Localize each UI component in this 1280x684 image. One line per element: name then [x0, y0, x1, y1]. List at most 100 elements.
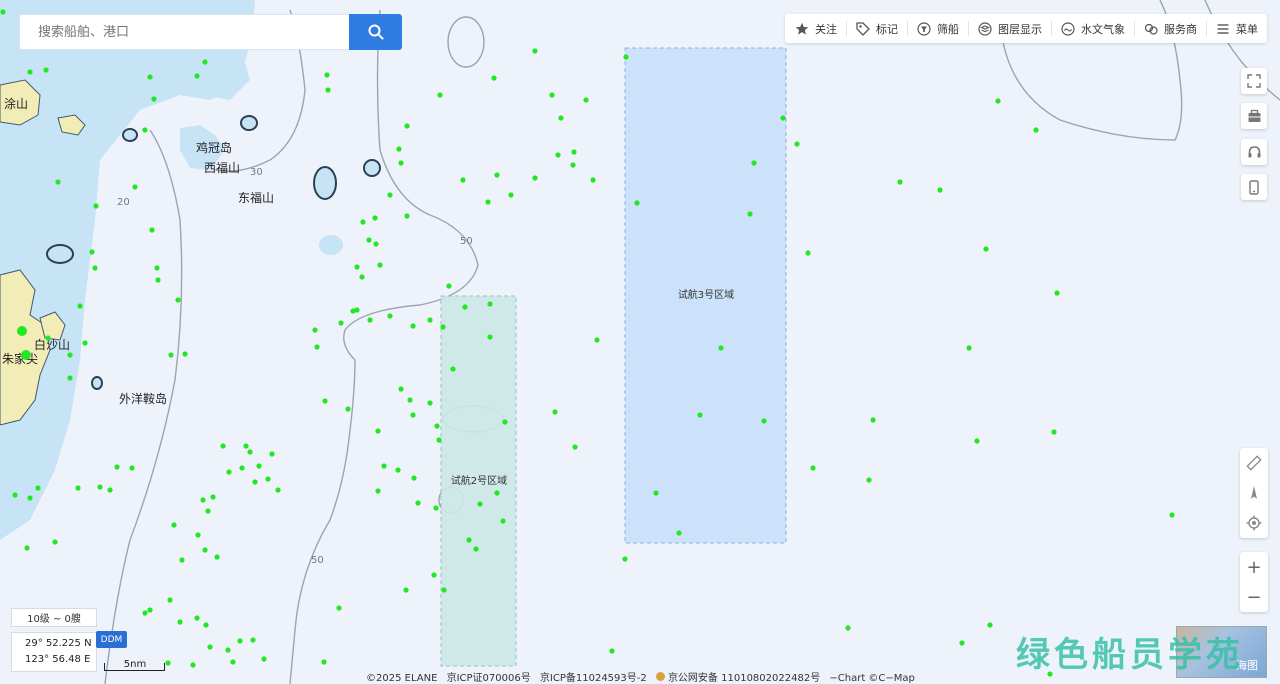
ship-marker[interactable] [324, 72, 330, 78]
ship-marker[interactable] [491, 75, 497, 81]
ship-marker[interactable] [210, 494, 216, 500]
layers-button[interactable]: 图层显示 [968, 14, 1051, 43]
ship-marker[interactable] [1054, 290, 1060, 296]
ship-marker[interactable] [407, 397, 413, 403]
ship-marker[interactable] [937, 187, 943, 193]
ship-marker[interactable] [500, 518, 506, 524]
ship-marker[interactable] [555, 152, 561, 158]
ship-marker[interactable] [462, 304, 468, 310]
ship-marker[interactable] [195, 532, 201, 538]
ship-marker[interactable] [623, 54, 629, 60]
ship-marker[interactable] [761, 418, 767, 424]
ship-marker[interactable] [194, 73, 200, 79]
follow-button[interactable]: 关注 [785, 14, 846, 43]
ship-marker[interactable] [194, 615, 200, 621]
ship-marker[interactable] [129, 465, 135, 471]
ship-marker[interactable] [247, 449, 253, 455]
ship-marker[interactable] [653, 490, 659, 496]
ship-marker[interactable] [395, 467, 401, 473]
fullscreen-button[interactable] [1241, 68, 1267, 94]
ship-marker[interactable] [377, 262, 383, 268]
ship-marker[interactable] [558, 115, 564, 121]
ship-marker[interactable] [411, 475, 417, 481]
ship-marker[interactable] [154, 265, 160, 271]
mobile-button[interactable] [1241, 174, 1267, 200]
ship-marker[interactable] [114, 464, 120, 470]
zoom-out-button[interactable]: − [1240, 582, 1268, 612]
ship-marker[interactable] [45, 335, 51, 341]
ship-marker[interactable] [437, 92, 443, 98]
ship-marker[interactable] [269, 451, 275, 457]
ship-marker[interactable] [396, 146, 402, 152]
ship-marker[interactable] [403, 587, 409, 593]
ship-marker[interactable] [398, 386, 404, 392]
ship-marker[interactable] [155, 277, 161, 283]
search-button[interactable] [349, 14, 402, 50]
ship-marker[interactable] [336, 605, 342, 611]
toolbox-button[interactable] [1241, 103, 1267, 129]
ship-marker[interactable] [431, 572, 437, 578]
ship-marker[interactable] [354, 264, 360, 270]
ship-marker[interactable] [243, 443, 249, 449]
ship-marker[interactable] [387, 313, 393, 319]
menu-button[interactable]: 菜单 [1206, 14, 1267, 43]
ship-marker[interactable] [314, 344, 320, 350]
ship-marker[interactable] [460, 177, 466, 183]
ship-marker[interactable] [718, 345, 724, 351]
ship-marker[interactable] [634, 200, 640, 206]
ship-marker[interactable] [165, 660, 171, 666]
headset-button[interactable] [1241, 139, 1267, 165]
ship-marker[interactable] [93, 203, 99, 209]
ship-marker[interactable] [265, 476, 271, 482]
ship-marker[interactable] [24, 545, 30, 551]
ship-marker[interactable] [250, 637, 256, 643]
ship-marker[interactable] [12, 492, 18, 498]
ship-marker[interactable] [987, 622, 993, 628]
ship-marker[interactable] [697, 412, 703, 418]
ship-marker[interactable] [312, 327, 318, 333]
ship-marker[interactable] [427, 400, 433, 406]
ship-marker[interactable] [200, 497, 206, 503]
ship-marker[interactable] [82, 340, 88, 346]
ship-marker[interactable] [1051, 429, 1057, 435]
ship-marker[interactable] [230, 659, 236, 665]
ship-marker[interactable] [142, 127, 148, 133]
ship-marker[interactable] [570, 162, 576, 168]
ship-marker[interactable] [375, 488, 381, 494]
ship-marker[interactable] [487, 334, 493, 340]
ship-marker[interactable] [747, 211, 753, 217]
ship-marker[interactable] [810, 465, 816, 471]
nautical-map[interactable]: 30 20 50 50 试航3号区域 试航2号区域 涂山 鸡冠岛 西福山 东福山… [0, 0, 1280, 684]
ddm-toggle-button[interactable]: DDM [96, 631, 127, 648]
search-input[interactable] [19, 14, 349, 50]
ship-marker[interactable] [0, 9, 6, 15]
ship-marker[interactable] [494, 490, 500, 496]
ship-marker[interactable] [415, 500, 421, 506]
ship-marker[interactable] [1169, 512, 1175, 518]
ship-marker[interactable] [622, 556, 628, 562]
ship-marker[interactable] [805, 250, 811, 256]
ship-marker[interactable] [27, 69, 33, 75]
ship-marker[interactable] [190, 662, 196, 668]
ship-marker[interactable] [220, 443, 226, 449]
ship-marker[interactable] [381, 463, 387, 469]
ship-marker[interactable] [67, 352, 73, 358]
ship-marker[interactable] [202, 59, 208, 65]
ship-marker[interactable] [179, 557, 185, 563]
ship-marker[interactable] [55, 179, 61, 185]
ship-cluster-marker[interactable] [21, 350, 31, 360]
ship-marker[interactable] [609, 648, 615, 654]
ship-marker[interactable] [167, 597, 173, 603]
ship-marker[interactable] [35, 485, 41, 491]
ship-marker[interactable] [434, 423, 440, 429]
ship-marker[interactable] [77, 303, 83, 309]
ship-marker[interactable] [345, 406, 351, 412]
police-record-link[interactable]: 京公网安备 11010802022482号 [668, 673, 820, 684]
ship-marker[interactable] [325, 87, 331, 93]
ship-marker[interactable] [321, 659, 327, 665]
ship-marker[interactable] [995, 98, 1001, 104]
ship-marker[interactable] [177, 619, 183, 625]
ship-marker[interactable] [446, 283, 452, 289]
ship-marker[interactable] [590, 177, 596, 183]
ship-marker[interactable] [75, 485, 81, 491]
